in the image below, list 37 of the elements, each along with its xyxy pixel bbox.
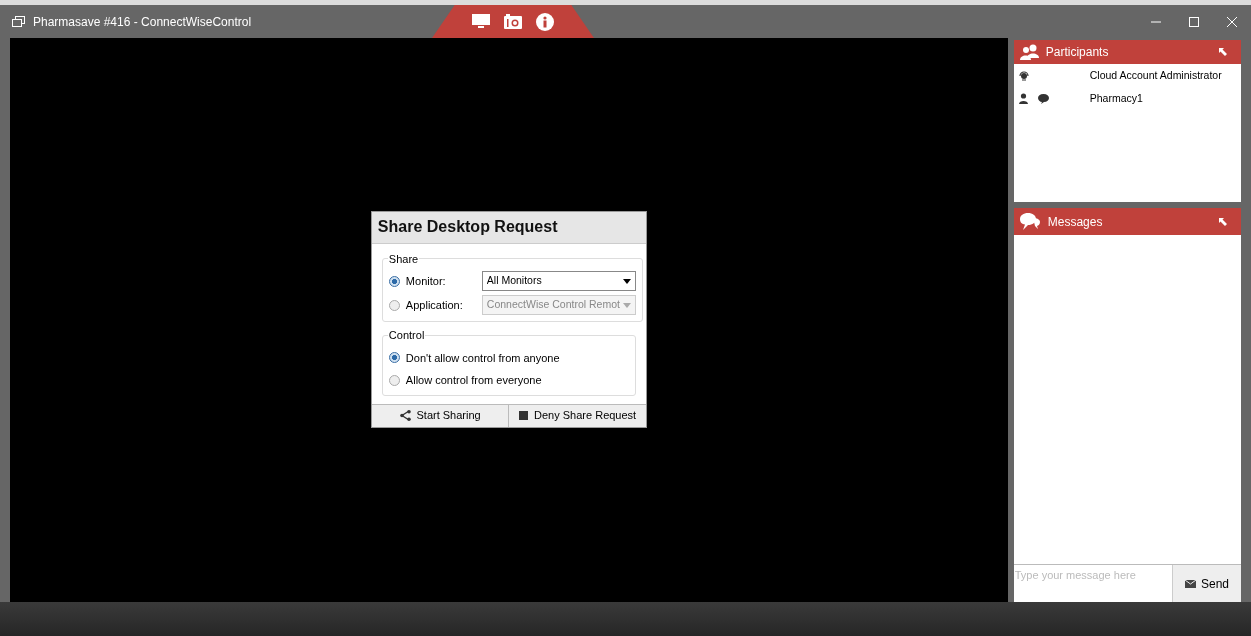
deny-button[interactable]: Deny Share Request bbox=[508, 404, 646, 427]
share-icon bbox=[399, 410, 411, 421]
start-sharing-button[interactable]: Start Sharing bbox=[371, 404, 509, 427]
expand-arrow-icon[interactable] bbox=[1219, 217, 1227, 226]
group-legend: Control bbox=[387, 327, 426, 344]
caret-icon bbox=[622, 302, 631, 308]
info-icon[interactable] bbox=[536, 12, 554, 31]
maximize-icon[interactable] bbox=[1189, 16, 1199, 27]
camera-icon[interactable] bbox=[504, 14, 522, 29]
monitor-icon[interactable] bbox=[472, 13, 490, 30]
close-icon[interactable] bbox=[1227, 16, 1237, 27]
dropdown[interactable]: All Monitors bbox=[481, 271, 636, 291]
radio-button[interactable] bbox=[388, 374, 400, 386]
stop-icon bbox=[519, 411, 529, 420]
participant-name[interactable]: Cloud Account Administrator bbox=[1089, 67, 1222, 84]
people-icon bbox=[1019, 44, 1040, 60]
send-button[interactable]: Send bbox=[1172, 565, 1241, 602]
envelope-icon bbox=[1185, 579, 1196, 588]
panel-title: Messages bbox=[1047, 213, 1104, 231]
option-label: Allow control from everyone bbox=[405, 373, 542, 388]
headset-icon bbox=[1018, 70, 1029, 81]
panel-title: Participants bbox=[1045, 44, 1110, 61]
window-title: Pharmasave #416 - ConnectWiseControl bbox=[33, 13, 252, 31]
speech-bubble-icon bbox=[1037, 93, 1049, 104]
option-label: Don't allow control from anyone bbox=[405, 350, 560, 366]
restore-icon[interactable] bbox=[12, 16, 25, 27]
group-legend: Share bbox=[387, 250, 420, 267]
option-label: Monitor: bbox=[405, 273, 447, 289]
expand-arrow-icon[interactable] bbox=[1219, 48, 1227, 56]
caret-icon bbox=[622, 278, 631, 284]
speech-bubbles-icon bbox=[1019, 213, 1040, 230]
option-label: Application: bbox=[405, 297, 464, 313]
dialog-title: Share Desktop Request bbox=[377, 217, 558, 237]
participant-name[interactable]: Pharmacy1 bbox=[1089, 90, 1143, 107]
radio-button[interactable] bbox=[388, 275, 400, 287]
person-icon bbox=[1018, 93, 1028, 104]
radio-button[interactable] bbox=[388, 352, 400, 364]
